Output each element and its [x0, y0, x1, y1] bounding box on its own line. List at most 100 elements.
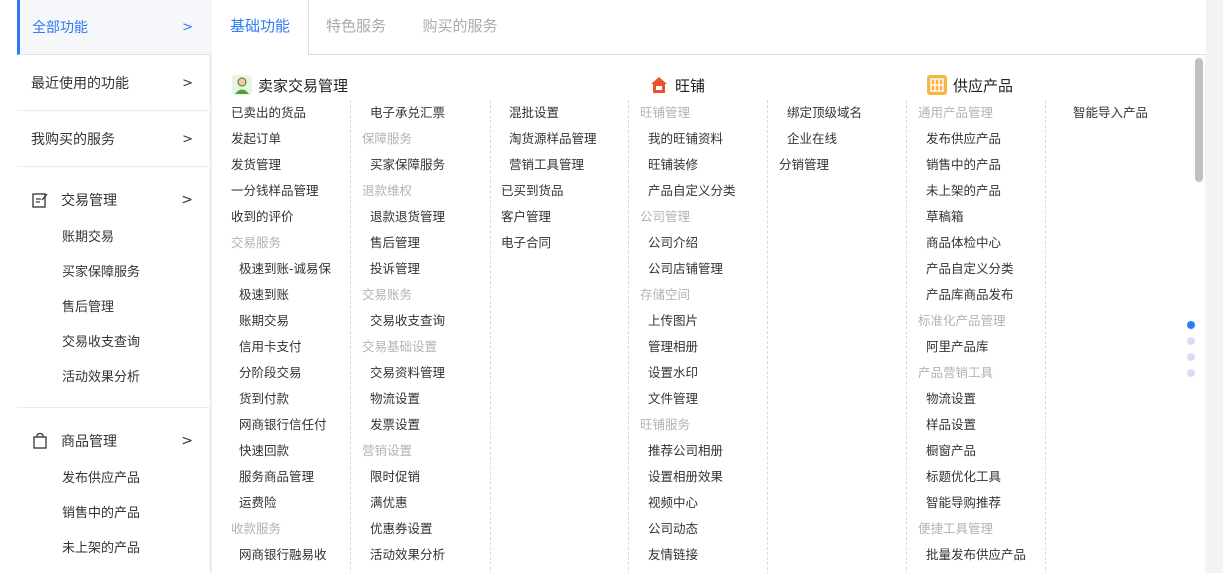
- menu-link[interactable]: 橱窗产品: [918, 438, 1026, 464]
- menu-link[interactable]: 旺铺装修: [640, 152, 736, 178]
- menu-link[interactable]: 企业在线: [779, 126, 862, 152]
- sidebar-subitem[interactable]: 售后管理: [17, 290, 211, 325]
- menu-link[interactable]: 发货管理: [231, 152, 331, 178]
- menu-link[interactable]: 分销管理: [779, 152, 862, 178]
- menu-link[interactable]: 公司动态: [640, 516, 736, 542]
- sidebar-subitem[interactable]: 活动效果分析: [17, 360, 211, 395]
- menu-link[interactable]: 淘货源样品管理: [501, 126, 597, 152]
- column-divider: [350, 100, 351, 573]
- scrollbar-thumb[interactable]: [1195, 58, 1203, 182]
- menu-link[interactable]: 极速到账: [231, 282, 331, 308]
- sidebar-subitem[interactable]: 未上架的产品: [17, 531, 211, 566]
- sidebar-item-all-functions[interactable]: 全部功能 >: [17, 0, 211, 55]
- sidebar-subitem[interactable]: 买家保障服务: [17, 255, 211, 290]
- sidebar-item-recent[interactable]: 最近使用的功能 >: [17, 56, 211, 111]
- pager-dot[interactable]: [1187, 337, 1195, 345]
- menu-link[interactable]: 极速到账-诚易保: [231, 256, 331, 282]
- tab-basic-functions[interactable]: 基础功能: [212, 0, 309, 56]
- menu-group-header: 存储空间: [640, 287, 691, 302]
- menu-link[interactable]: 阿里产品库: [918, 334, 1026, 360]
- menu-link[interactable]: 发布供应产品: [918, 126, 1026, 152]
- menu-link[interactable]: 未上架的产品: [918, 178, 1026, 204]
- menu-link[interactable]: 商品体检中心: [918, 230, 1026, 256]
- menu-link[interactable]: 样品设置: [918, 412, 1026, 438]
- menu-link[interactable]: 已买到货品: [501, 178, 597, 204]
- menu-link[interactable]: 交易资料管理: [362, 360, 445, 386]
- menu-link[interactable]: 信用卡支付: [231, 334, 331, 360]
- menu-link[interactable]: 投诉管理: [362, 256, 445, 282]
- menu-link[interactable]: 限时促销: [362, 464, 445, 490]
- tab-featured-services[interactable]: 特色服务: [319, 0, 393, 55]
- sidebar: 全部功能 > 最近使用的功能 > 我购买的服务 > 交易管理 > 账期交易 买家…: [0, 0, 211, 573]
- menu-link[interactable]: 视频中心: [640, 490, 736, 516]
- sidebar-subitem[interactable]: 账期交易: [17, 220, 211, 255]
- menu-link[interactable]: 一分钱样品管理: [231, 178, 331, 204]
- sidebar-divider: [17, 407, 211, 408]
- pager-dot[interactable]: [1187, 369, 1195, 377]
- menu-link[interactable]: 交易收支查询: [362, 308, 445, 334]
- menu-link[interactable]: 活动效果分析: [362, 542, 445, 568]
- chevron-right-icon: >: [181, 192, 193, 208]
- menu-link[interactable]: 客户管理: [501, 204, 597, 230]
- menu-link[interactable]: 服务商品管理: [231, 464, 331, 490]
- menu-link[interactable]: 收到的评价: [231, 204, 331, 230]
- column-divider: [1045, 100, 1046, 573]
- tab-bar: 基础功能 特色服务 购买的服务: [212, 0, 1206, 56]
- menu-link[interactable]: 满优惠: [362, 490, 445, 516]
- menu-link[interactable]: 运费险: [231, 490, 331, 516]
- sidebar-item-label: 全部功能: [32, 20, 88, 36]
- menu-link[interactable]: 我的旺铺资料: [640, 126, 736, 152]
- menu-link[interactable]: 已卖出的货品: [231, 100, 331, 126]
- menu-link[interactable]: 智能导入产品: [1065, 100, 1148, 126]
- menu-link[interactable]: 绑定顶级域名: [779, 100, 862, 126]
- menu-link[interactable]: 混批设置: [501, 100, 597, 126]
- menu-link[interactable]: 买家保障服务: [362, 152, 445, 178]
- pager-dot-active[interactable]: [1187, 321, 1195, 329]
- menu-link[interactable]: 发票设置: [362, 412, 445, 438]
- sidebar-group-header-products[interactable]: 商品管理 >: [17, 421, 211, 461]
- menu-link[interactable]: 营销工具管理: [501, 152, 597, 178]
- menu-link[interactable]: 电子合同: [501, 230, 597, 256]
- menu-link[interactable]: 产品库商品发布: [918, 282, 1026, 308]
- menu-link[interactable]: 物流设置: [918, 386, 1026, 412]
- menu-link[interactable]: 产品自定义分类: [918, 256, 1026, 282]
- menu-link[interactable]: 退款退货管理: [362, 204, 445, 230]
- menu-link[interactable]: 设置水印: [640, 360, 736, 386]
- menu-link[interactable]: 账期交易: [231, 308, 331, 334]
- menu-link[interactable]: 标题优化工具: [918, 464, 1026, 490]
- sidebar-subitem[interactable]: 交易收支查询: [17, 325, 211, 360]
- sidebar-subitem[interactable]: 销售中的产品: [17, 496, 211, 531]
- sidebar-subitem[interactable]: 发布供应产品: [17, 461, 211, 496]
- menu-link[interactable]: 网商银行融易收: [231, 542, 331, 568]
- menu-link[interactable]: 销售中的产品: [918, 152, 1026, 178]
- menu-link[interactable]: 快速回款: [231, 438, 331, 464]
- sidebar-item-purchased[interactable]: 我购买的服务 >: [17, 112, 211, 167]
- menu-link[interactable]: 文件管理: [640, 386, 736, 412]
- tab-purchased-services[interactable]: 购买的服务: [415, 0, 505, 55]
- menu-link[interactable]: 优惠券设置: [362, 516, 445, 542]
- menu-link[interactable]: 公司店铺管理: [640, 256, 736, 282]
- column-divider: [767, 100, 768, 573]
- menu-link[interactable]: 网商银行信任付: [231, 412, 331, 438]
- menu-link[interactable]: 货到付款: [231, 386, 331, 412]
- pager-dot[interactable]: [1187, 353, 1195, 361]
- menu-link[interactable]: 设置相册效果: [640, 464, 736, 490]
- menu-group-header: 便捷工具管理: [918, 521, 994, 536]
- menu-link[interactable]: 电子承兑汇票: [362, 100, 445, 126]
- menu-link[interactable]: 草稿箱: [918, 204, 1026, 230]
- menu-link[interactable]: 发起订单: [231, 126, 331, 152]
- menu-link[interactable]: 物流设置: [362, 386, 445, 412]
- menu-link[interactable]: 售后管理: [362, 230, 445, 256]
- menu-link[interactable]: 管理相册: [640, 334, 736, 360]
- menu-link[interactable]: 分阶段交易: [231, 360, 331, 386]
- menu-group-header: 旺铺管理: [640, 105, 691, 120]
- menu-link[interactable]: 上传图片: [640, 308, 736, 334]
- menu-link[interactable]: 智能导购推荐: [918, 490, 1026, 516]
- menu-link[interactable]: 公司介绍: [640, 230, 736, 256]
- menu-link[interactable]: 产品自定义分类: [640, 178, 736, 204]
- menu-link[interactable]: 推荐公司相册: [640, 438, 736, 464]
- seller-avatar-icon: [232, 75, 252, 95]
- menu-link[interactable]: 友情链接: [640, 542, 736, 568]
- sidebar-group-header-trade[interactable]: 交易管理 >: [17, 180, 211, 220]
- menu-link[interactable]: 批量发布供应产品: [918, 542, 1026, 568]
